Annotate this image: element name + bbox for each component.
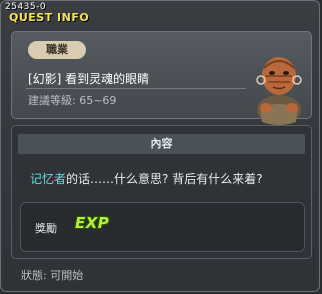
reward-label: 獎勵 (35, 222, 57, 235)
divider (26, 88, 246, 89)
quest-info-window: 25435-0 QUEST INFO 職業 [幻影] 看到灵魂的眼睛 建議等級:… (0, 0, 320, 292)
quest-content-panel: 內容 记忆者的话……什么意思? 背后有什么来着? 獎勵 EXP (11, 125, 312, 259)
dialogue-text: 的话……什么意思? 背后有什么来着? (66, 172, 263, 186)
quest-status: 狀態: 可開始 (21, 269, 84, 282)
npc-name-highlight: 记忆者 (30, 172, 67, 186)
window-title: QUEST INFO (9, 11, 90, 24)
content-heading: 內容 (18, 134, 305, 154)
quest-summary-panel: 職業 [幻影] 看到灵魂的眼睛 建議等級: 65~69 (11, 31, 312, 125)
job-tag: 職業 (28, 41, 86, 59)
recommended-level: 建議等級: 65~69 (28, 94, 117, 107)
exp-reward-icon[interactable]: EXP (75, 214, 109, 232)
reward-box: 獎勵 EXP (20, 202, 305, 252)
quest-dialogue: 记忆者的话……什么意思? 背后有什么来着? (30, 170, 263, 187)
quest-name: [幻影] 看到灵魂的眼睛 (28, 72, 150, 86)
npc-portrait-icon (256, 57, 302, 125)
